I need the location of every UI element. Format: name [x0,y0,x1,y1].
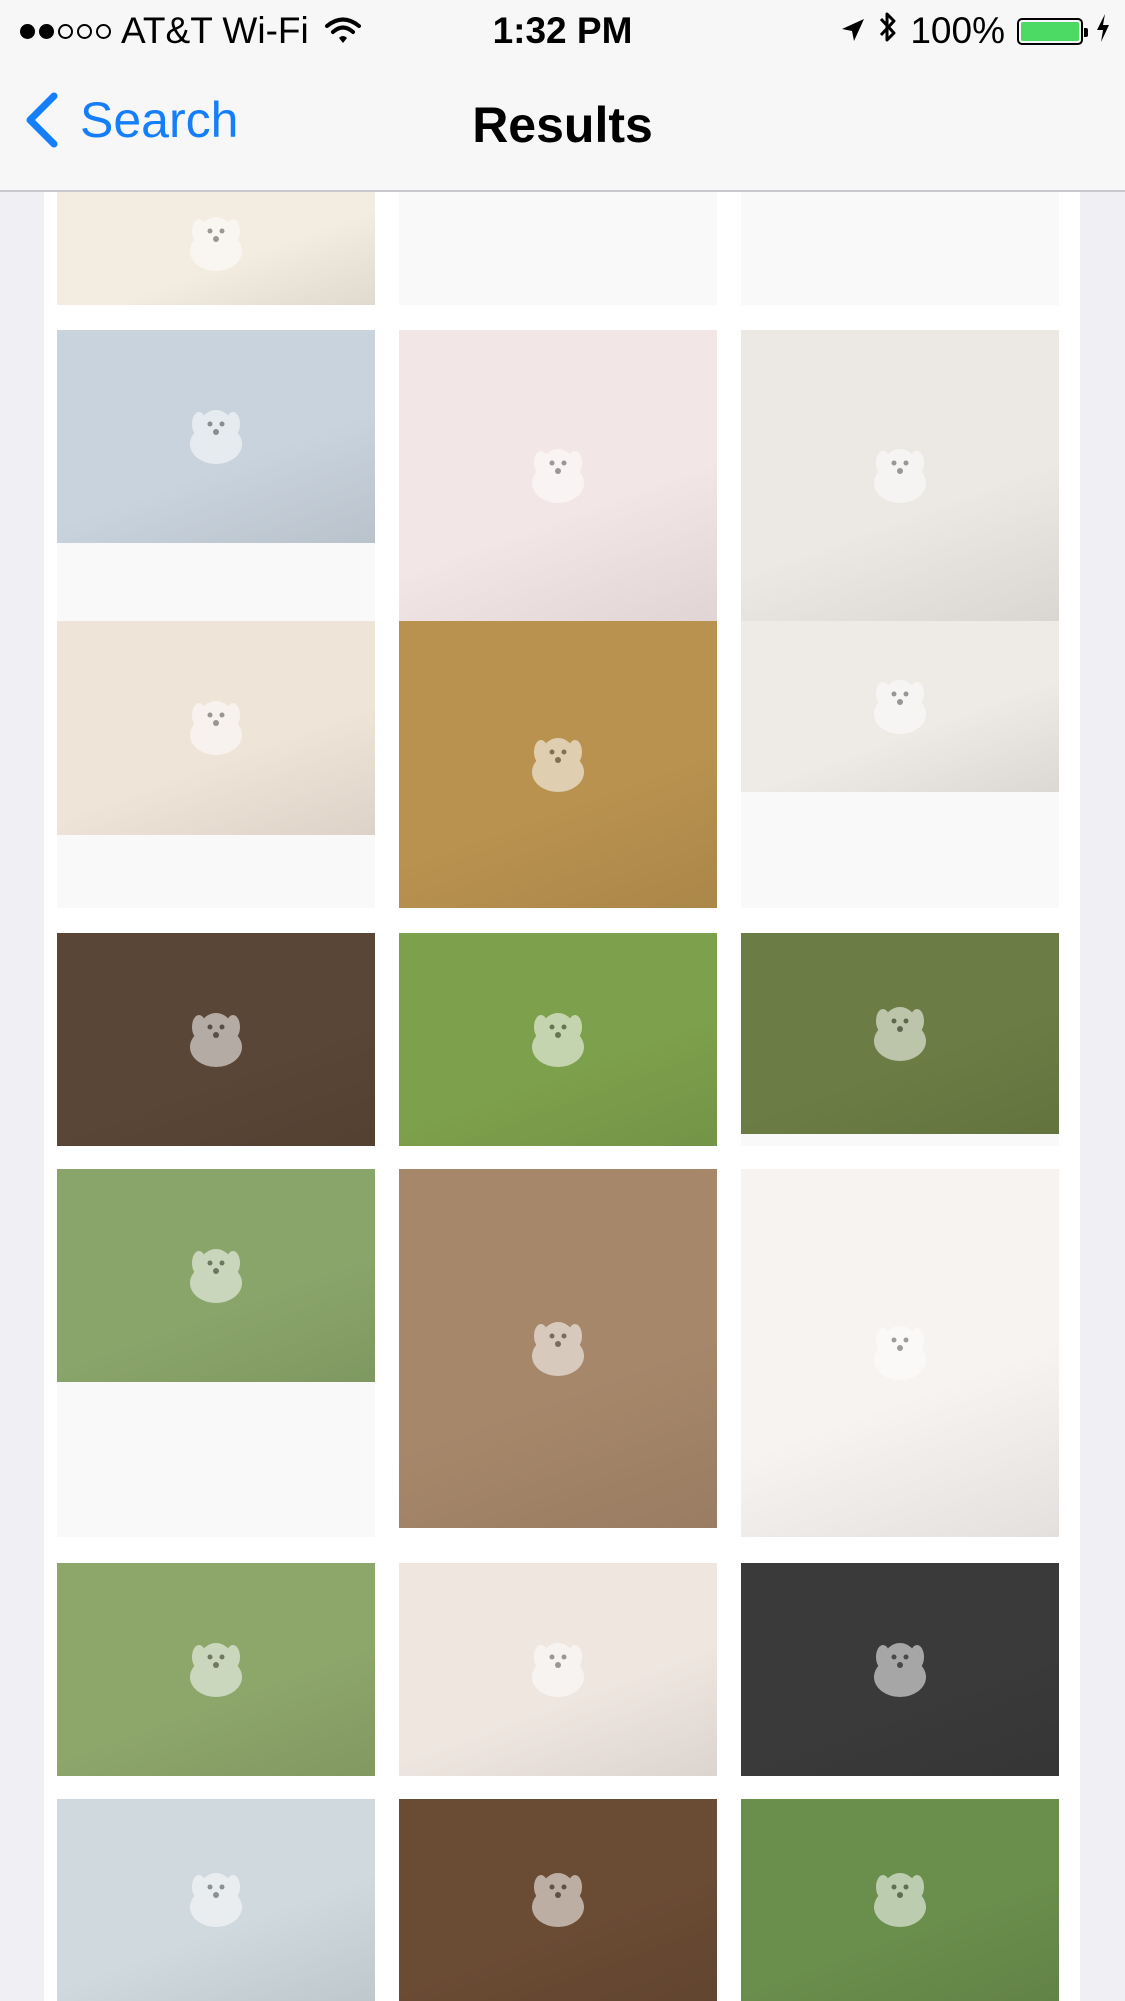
result-image [399,621,717,908]
image-placeholder [741,792,1059,908]
result-tile[interactable] [741,192,1059,305]
result-tile[interactable] [399,1563,717,1776]
result-image [741,1799,1059,2001]
dog-icon [171,1635,261,1705]
battery-percent: 100% [910,10,1005,51]
dog-icon [855,999,945,1069]
dog-icon [171,1241,261,1311]
location-arrow-icon [840,10,866,52]
dog-icon [513,1005,603,1075]
image-placeholder [741,192,1059,305]
dog-icon [855,672,945,742]
result-tile[interactable] [57,933,375,1146]
result-tile[interactable] [57,1563,375,1776]
result-tile[interactable] [741,933,1059,1146]
result-tile[interactable] [399,192,717,305]
result-tile[interactable] [399,621,717,908]
result-tile[interactable] [57,192,375,305]
result-tile[interactable] [57,1799,375,2001]
result-image [741,1563,1059,1776]
result-image [399,933,717,1146]
image-placeholder [399,192,717,305]
image-placeholder [57,543,375,622]
result-image [57,1563,375,1776]
bluetooth-icon [878,10,898,53]
result-image [57,1169,375,1382]
result-tile[interactable] [741,1563,1059,1776]
status-bar: AT&T Wi-Fi 1:32 PM 100% [0,0,1125,62]
dog-icon [855,441,945,511]
result-tile[interactable] [57,330,375,622]
dog-icon [855,1635,945,1705]
result-image [741,933,1059,1134]
result-tile[interactable] [399,1169,717,1528]
charging-bolt-icon [1095,10,1111,52]
dog-icon [171,693,261,763]
results-collection[interactable] [44,192,1080,2001]
navigation-bar: Search Results [0,62,1125,192]
result-image [399,1563,717,1776]
dog-icon [513,1635,603,1705]
result-tile[interactable] [57,621,375,908]
result-tile[interactable] [741,621,1059,908]
result-image [57,621,375,835]
result-tile[interactable] [399,1799,717,2001]
dog-icon [513,1314,603,1384]
result-tile[interactable] [741,330,1059,622]
result-tile[interactable] [399,933,717,1146]
dog-icon [513,441,603,511]
result-tile[interactable] [741,1799,1059,2001]
result-image [57,330,375,543]
dog-icon [171,402,261,472]
result-tile[interactable] [399,330,717,622]
dog-icon [171,209,261,279]
dog-icon [513,730,603,800]
image-placeholder [741,1134,1059,1146]
result-image [399,1169,717,1528]
result-image [57,192,375,305]
result-image [399,1799,717,2001]
image-placeholder [57,835,375,908]
page-title: Results [472,97,653,153]
result-image [399,330,717,622]
image-placeholder [57,1382,375,1537]
status-right: 100% [840,8,1111,54]
dog-icon [513,1865,603,1935]
result-image [741,330,1059,622]
result-tile[interactable] [57,1169,375,1537]
result-image [57,1799,375,2001]
result-image [57,933,375,1146]
result-tile[interactable] [741,1169,1059,1537]
dog-icon [855,1318,945,1388]
battery-icon [1017,17,1088,45]
result-image [741,1169,1059,1537]
dog-icon [171,1865,261,1935]
dog-icon [855,1865,945,1935]
image-grid [44,192,1080,2001]
result-image [741,621,1059,792]
dog-icon [171,1005,261,1075]
